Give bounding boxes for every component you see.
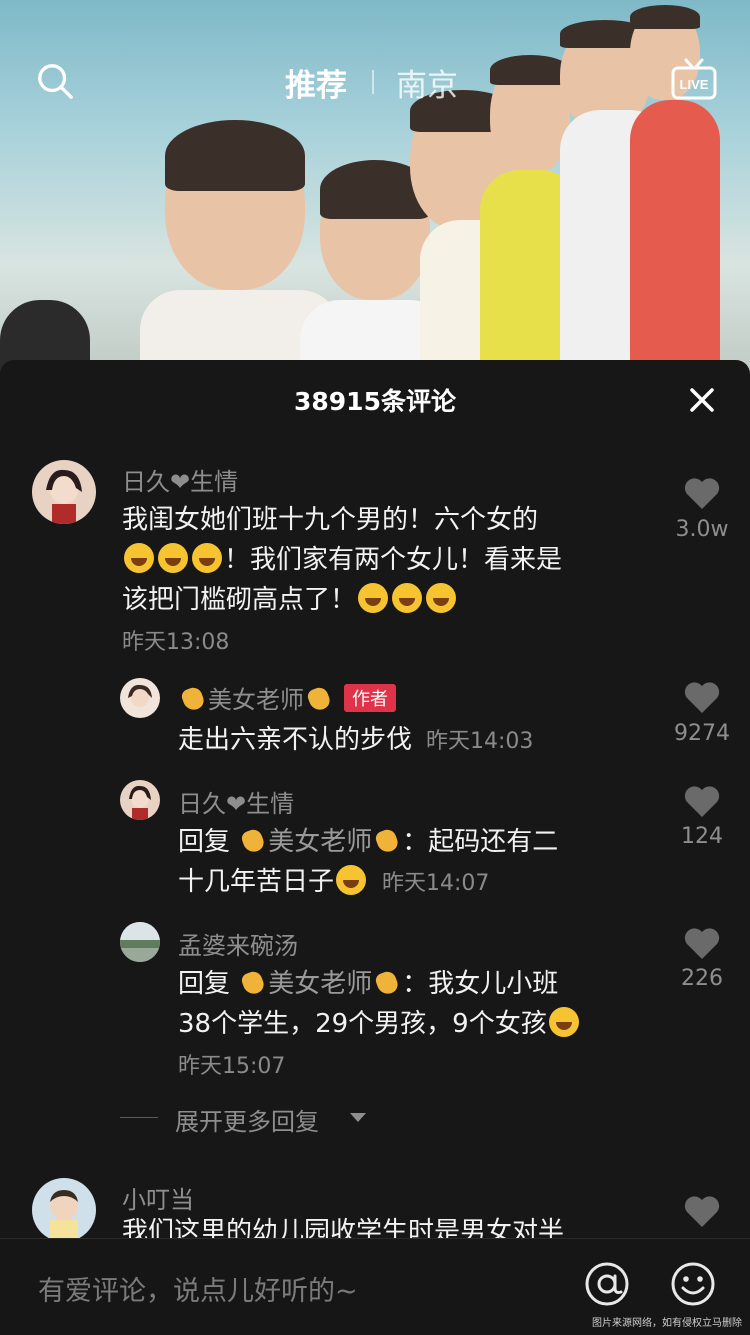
- clap-emoji-icon: [374, 968, 400, 996]
- comment-input[interactable]: 有爱评论，说点儿好听的~: [38, 1269, 358, 1308]
- tab-recommend[interactable]: 推荐: [285, 60, 347, 105]
- reply-username[interactable]: 孟婆来碗汤: [178, 926, 298, 961]
- tab-divider: [372, 70, 374, 94]
- reply-username-text: 美女老师: [208, 686, 304, 714]
- avatar[interactable]: [120, 678, 160, 718]
- comment-text: 我们这里的幼儿园收学生时是男女对半: [122, 1217, 565, 1238]
- reply-time: 昨天14:03: [426, 729, 534, 754]
- top-bar: 推荐 南京 LIVE: [0, 40, 750, 120]
- reply-text-segment: ：起码还有二: [402, 827, 559, 857]
- at-icon[interactable]: [584, 1261, 630, 1307]
- comment-time: 昨天13:08: [122, 630, 230, 655]
- comment-username[interactable]: 日久❤生情: [122, 462, 238, 497]
- reply-text-segment: 走出六亲不认的步伐: [178, 725, 413, 755]
- reply-text-line: 38个学生，29个男孩，9个女孩: [178, 1004, 658, 1044]
- expand-divider: [120, 1117, 158, 1118]
- caret-down-icon[interactable]: [350, 1113, 366, 1122]
- reply-text-line: 回复 美女老师 ：我女儿小班: [178, 964, 658, 1004]
- clap-emoji-icon: [306, 684, 332, 712]
- laugh-cry-emoji-icon: [158, 543, 188, 573]
- laugh-cry-emoji-icon: [192, 543, 222, 573]
- search-icon[interactable]: [36, 62, 74, 100]
- smile-icon[interactable]: [670, 1261, 716, 1307]
- expand-more-replies[interactable]: 展开更多回复: [175, 1102, 319, 1137]
- reply-text-segment: 十几年苦日子: [178, 867, 335, 897]
- laugh-cry-emoji-icon: [124, 543, 154, 573]
- like-count: 9274: [674, 721, 730, 746]
- comment-text-line: 我闺女她们班十九个男的！六个女的: [122, 505, 539, 535]
- reply-word: 回复: [178, 969, 231, 999]
- mention-link[interactable]: 美女老师: [268, 827, 372, 857]
- comment-username[interactable]: 小叮当: [122, 1180, 194, 1215]
- comments-count-title: 38915条评论: [294, 387, 456, 416]
- live-icon[interactable]: LIVE: [670, 56, 718, 104]
- comment-text-line: ！我们家有两个女儿！看来是: [122, 540, 662, 580]
- svg-text:LIVE: LIVE: [680, 77, 709, 92]
- reply-text-line: 十几年苦日子 昨天14:07: [178, 862, 648, 904]
- comments-panel: 38915条评论 日久❤生情 我闺女她们班十九个男的！六个女的 ！我们家有两个女…: [0, 360, 750, 1238]
- comment-text-line: 该把门槛砌高点了！: [122, 580, 662, 620]
- like-heart-icon[interactable]: [683, 784, 721, 818]
- like-heart-icon[interactable]: [683, 1194, 721, 1228]
- reply-username[interactable]: 日久❤生情: [178, 784, 294, 819]
- avatar[interactable]: [120, 922, 160, 962]
- like-heart-icon[interactable]: [683, 680, 721, 714]
- reply-username[interactable]: 美女老师 作者: [178, 680, 396, 715]
- clap-emoji-icon: [240, 968, 266, 996]
- close-icon[interactable]: [688, 386, 716, 414]
- comment-text-segment: 该把门槛砌高点了！: [122, 585, 357, 615]
- reply-text-segment: ：我女儿小班: [402, 969, 559, 999]
- comment-input-bar: 有爱评论，说点儿好听的~ 图片来源网络，如有侵权立马删除: [0, 1238, 750, 1335]
- reply-text: 走出六亲不认的步伐 昨天14:03: [178, 720, 658, 762]
- comment-text-segment: ！我们家有两个女儿！看来是: [224, 545, 563, 575]
- clap-emoji-icon: [374, 826, 400, 854]
- comment-text: 我闺女她们班十九个男的！六个女的 ！我们家有两个女儿！看来是 该把门槛砌高点了！: [122, 500, 662, 620]
- avatar[interactable]: [32, 460, 96, 524]
- tab-city[interactable]: 南京: [396, 60, 458, 105]
- laugh-cry-emoji-icon: [358, 583, 389, 613]
- reply-text: 回复 美女老师 ：我女儿小班 38个学生，29个男孩，9个女孩: [178, 964, 658, 1044]
- avatar[interactable]: [120, 780, 160, 820]
- like-heart-icon[interactable]: [683, 476, 721, 510]
- clap-emoji-icon: [180, 684, 206, 712]
- author-badge: 作者: [344, 684, 396, 712]
- like-count: 226: [681, 966, 723, 991]
- reply-text: 回复 美女老师 ：起码还有二 十几年苦日子 昨天14:07: [178, 822, 648, 904]
- reply-word: 回复: [178, 827, 231, 857]
- laugh-cry-emoji-icon: [392, 583, 423, 613]
- reply-text-line: 回复 美女老师 ：起码还有二: [178, 822, 648, 862]
- like-count: 3.0w: [675, 517, 729, 542]
- reply-text-segment: 38个学生，29个男孩，9个女孩: [178, 1009, 547, 1039]
- mention-link[interactable]: 美女老师: [268, 969, 372, 999]
- laugh-cry-emoji-icon: [548, 1007, 579, 1037]
- laugh-cry-emoji-icon: [336, 865, 367, 895]
- reply-time: 昨天14:07: [382, 871, 490, 896]
- like-heart-icon[interactable]: [683, 926, 721, 960]
- watermark-text: 图片来源网络，如有侵权立马删除: [592, 1318, 742, 1329]
- like-count: 124: [681, 824, 723, 849]
- clap-emoji-icon: [240, 826, 266, 854]
- laugh-cry-emoji-icon: [426, 583, 457, 613]
- avatar[interactable]: [32, 1178, 96, 1238]
- reply-time: 昨天15:07: [178, 1054, 286, 1079]
